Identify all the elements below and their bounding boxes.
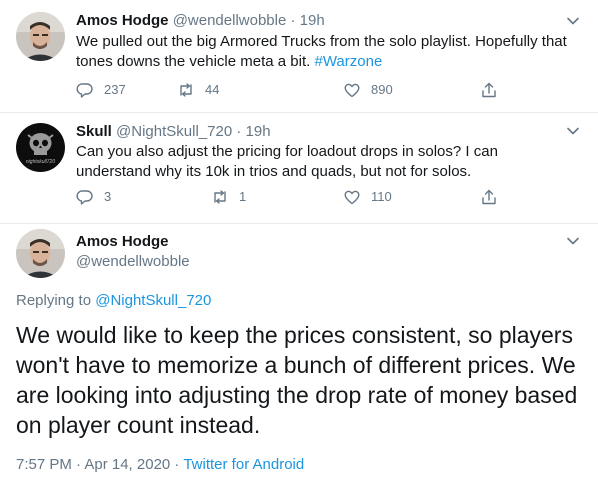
tweet-actions: 3 1 110 [76,187,496,207]
reply-count: 3 [104,189,112,204]
replying-to: Replying to @NightSkull_720 [16,291,211,311]
tweet-text: We pulled out the big Armored Trucks fro… [76,32,571,72]
timestamp[interactable]: 19h [300,12,325,29]
like-button[interactable]: 890 [343,80,393,100]
chevron-down-icon[interactable] [564,122,582,140]
tweet-2[interactable]: nightskull720 Skull @NightSkull_720 · 19… [0,113,598,223]
reply-icon [76,83,93,98]
display-name[interactable]: Amos Hodge [76,12,169,29]
tweet-header: Amos Hodge @wendellwobble · 19h [76,11,325,31]
avatar-amos-hodge[interactable] [16,229,65,278]
handle[interactable]: @wendellwobble [173,12,287,29]
timestamp[interactable]: 19h [246,123,271,140]
handle[interactable]: @NightSkull_720 [116,123,232,140]
retweet-count: 1 [239,189,247,204]
chevron-down-icon[interactable] [564,232,582,250]
reply-button[interactable]: 237 [76,80,126,100]
like-count: 110 [371,189,392,204]
tweet-header: Skull @NightSkull_720 · 19h [76,122,271,142]
avatar-skull[interactable]: nightskull720 [16,123,65,172]
timestamp[interactable]: 7:57 PM · Apr 14, 2020 · [16,456,179,473]
tweet-1[interactable]: Amos Hodge @wendellwobble · 19h We pulle… [0,0,598,112]
tweet-actions: 237 44 890 [76,80,496,100]
separator: · [236,123,242,140]
share-button[interactable] [480,187,498,207]
share-icon [482,82,496,98]
like-icon [344,190,360,205]
like-count: 890 [371,82,393,97]
tweet-meta: 7:57 PM · Apr 14, 2020 · Twitter for And… [16,455,304,475]
chevron-down-icon[interactable] [564,12,582,30]
reply-icon [76,190,93,205]
avatar-amos-hodge[interactable] [16,12,65,61]
main-tweet-text: We would like to keep the prices consist… [16,322,578,438]
divider [0,223,598,224]
separator: · [290,12,296,29]
reply-button[interactable]: 3 [76,187,111,207]
like-button[interactable]: 110 [343,187,392,207]
retweet-icon [180,83,192,97]
retweet-button[interactable]: 1 [211,187,246,207]
svg-text:nightskull720: nightskull720 [26,159,55,165]
display-name[interactable]: Skull [76,123,112,140]
like-icon [344,83,360,98]
retweet-count: 44 [205,82,220,97]
reply-count: 237 [104,82,126,97]
hashtag-link[interactable]: #Warzone [314,53,382,70]
source-link[interactable]: Twitter for Android [183,456,304,473]
share-button[interactable] [480,80,498,100]
share-icon [482,189,496,205]
handle[interactable]: @wendellwobble [76,252,190,272]
tweet-text: Can you also adjust the pricing for load… [76,143,498,180]
retweet-button[interactable]: 44 [177,80,219,100]
retweet-icon [214,190,226,204]
display-name[interactable]: Amos Hodge [76,232,169,252]
replying-prefix: Replying to [16,292,92,309]
replying-to-link[interactable]: @NightSkull_720 [95,292,211,309]
